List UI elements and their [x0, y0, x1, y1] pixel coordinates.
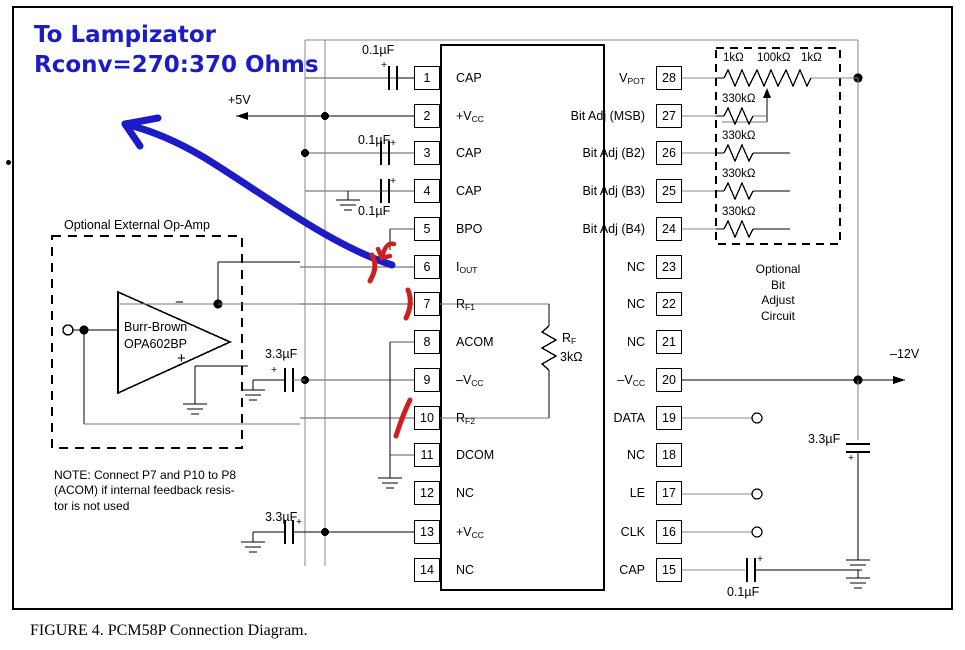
figure-page: 1 2 3 4 5 6 7 8 9 10 11 12 13 14 CAP +VC… — [0, 0, 965, 650]
hand-annotations — [121, 114, 413, 439]
blue-annotation-line-1: To Lampizator — [34, 22, 216, 48]
blue-annotation-line-2: Rconv=270:370 Ohms — [34, 52, 319, 78]
blue-arrow — [121, 114, 396, 269]
cut-mark-pin10 — [393, 397, 413, 439]
cut-mark-pin7 — [403, 287, 413, 321]
red-arrow-to-pin6 — [375, 241, 397, 261]
red-cut-marks — [367, 252, 413, 439]
figure-caption: FIGURE 4. PCM58P Connection Diagram. — [30, 622, 308, 639]
margin-dot — [6, 160, 11, 165]
